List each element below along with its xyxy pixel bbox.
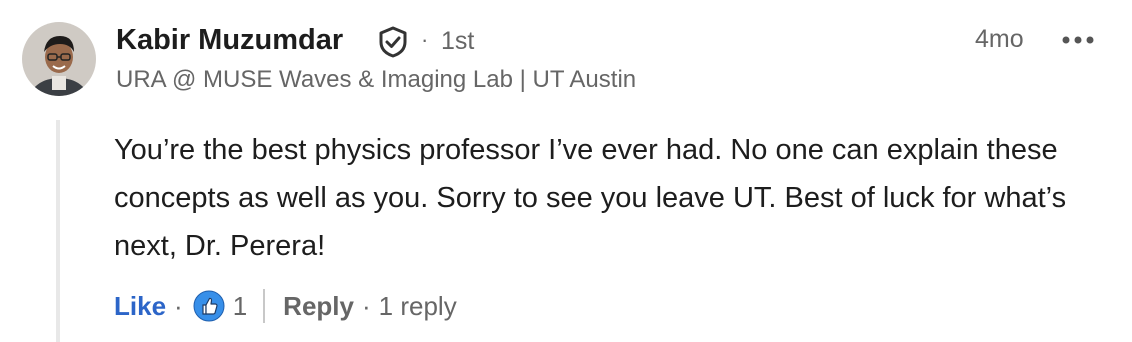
more-horizontal-icon[interactable]	[1058, 28, 1098, 52]
reply-count-link[interactable]: 1 reply	[379, 291, 457, 322]
comment-text: You’re the best physics professor I’ve e…	[114, 134, 1067, 262]
reply-separator: ·	[361, 290, 371, 321]
shield-check-icon	[379, 26, 407, 58]
reaction-count[interactable]: 1	[233, 291, 247, 322]
thread-line	[56, 120, 60, 342]
reply-button[interactable]: Reply	[283, 291, 354, 322]
avatar-photo	[22, 22, 96, 96]
comment-actions: Like · 1 Reply · 1 reply	[114, 284, 457, 328]
connection-degree: 1st	[441, 27, 475, 55]
thumbs-up-icon[interactable]	[193, 290, 225, 322]
author-headline: URA @ MUSE Waves & Imaging Lab | UT Aust…	[116, 66, 637, 93]
comment-timestamp: 4mo	[975, 25, 1024, 53]
avatar[interactable]	[22, 22, 96, 96]
meta-separator: ·	[421, 27, 429, 52]
actions-divider	[263, 289, 266, 323]
comment: Kabir Muzumdar · 1st URA @ MUSE Waves & …	[0, 0, 1132, 342]
like-button[interactable]: Like	[114, 291, 166, 322]
actions-separator: ·	[174, 290, 183, 321]
author-name[interactable]: Kabir Muzumdar	[116, 24, 343, 57]
